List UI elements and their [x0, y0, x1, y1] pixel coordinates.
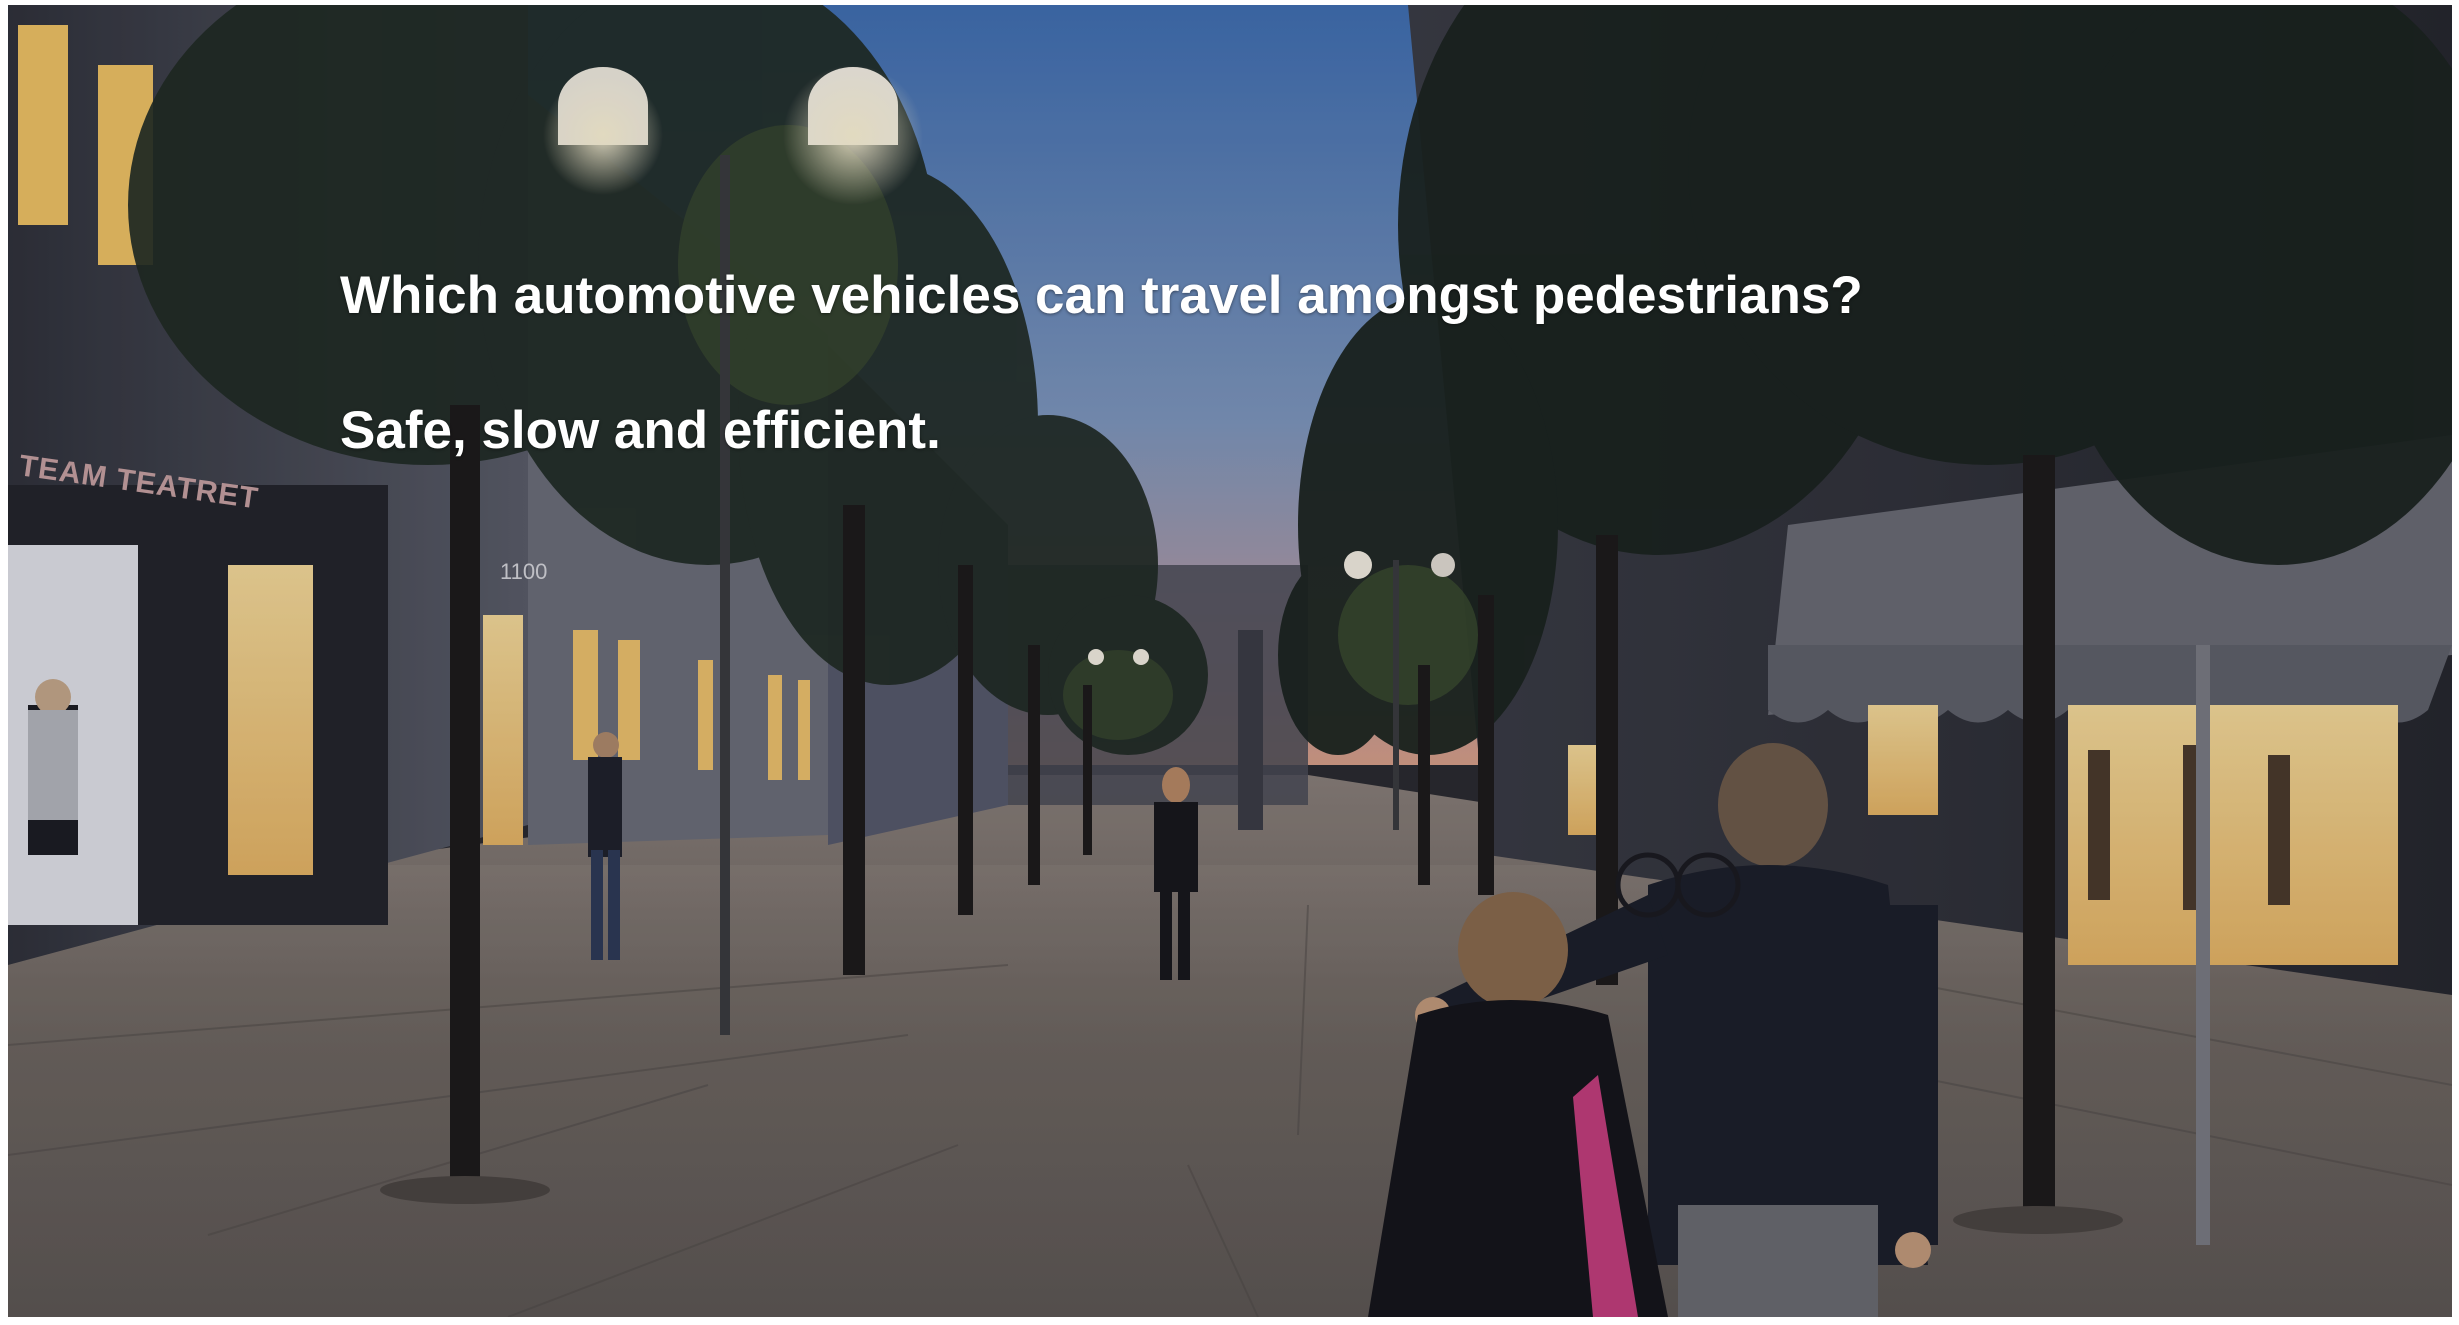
- slide-question: Which automotive vehicles can travel amo…: [340, 266, 1863, 325]
- street-photo: TEAM TEATRET 1100: [8, 5, 2452, 1317]
- slide-frame: TEAM TEATRET 1100 Which automotive vehic…: [8, 5, 2452, 1317]
- slide-tagline: Safe, slow and efficient.: [340, 401, 941, 460]
